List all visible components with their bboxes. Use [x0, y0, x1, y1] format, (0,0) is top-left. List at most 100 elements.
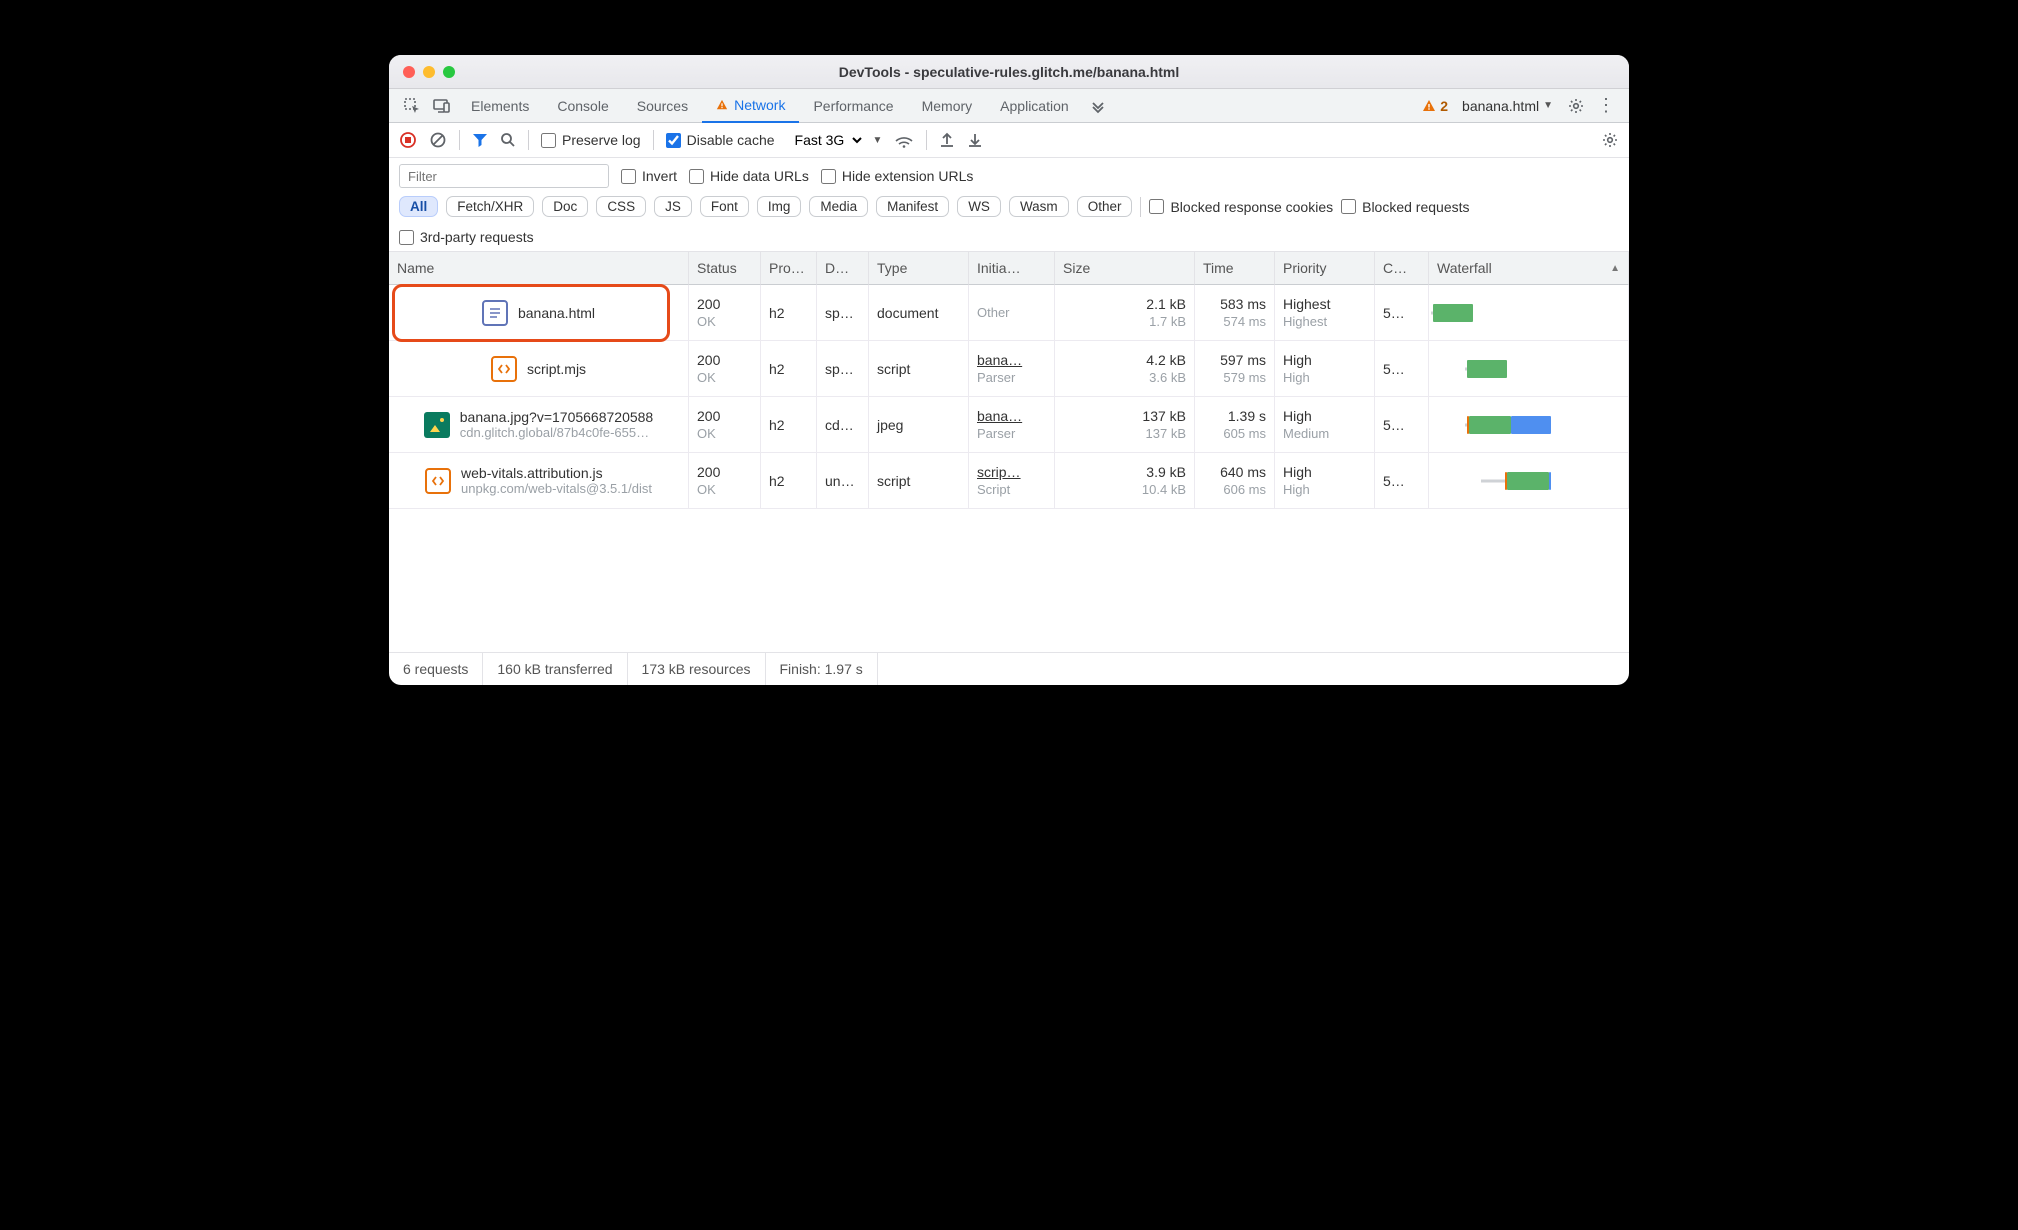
- status-cell[interactable]: 200OK: [689, 453, 761, 509]
- status-cell[interactable]: 200OK: [689, 285, 761, 341]
- request-name-cell[interactable]: script.mjs: [389, 341, 689, 397]
- type-cell[interactable]: jpeg: [869, 397, 969, 453]
- search-icon[interactable]: [500, 132, 516, 148]
- tab-performance[interactable]: Performance: [799, 89, 907, 122]
- priority-cell[interactable]: HighestHighest: [1275, 285, 1375, 341]
- time-cell[interactable]: 583 ms574 ms: [1195, 285, 1275, 341]
- image-icon: [424, 412, 450, 438]
- blocked-cookies-checkbox[interactable]: Blocked response cookies: [1149, 199, 1333, 215]
- priority-cell[interactable]: HighHigh: [1275, 453, 1375, 509]
- initiator-cell[interactable]: bana…Parser: [969, 397, 1055, 453]
- invert-checkbox[interactable]: Invert: [621, 168, 677, 184]
- settings-icon[interactable]: [1561, 89, 1591, 122]
- waterfall-cell[interactable]: [1429, 453, 1629, 509]
- type-cell[interactable]: document: [869, 285, 969, 341]
- protocol-cell[interactable]: h2: [761, 341, 817, 397]
- import-har-icon[interactable]: [967, 132, 983, 148]
- disable-cache-checkbox[interactable]: Disable cache: [666, 132, 775, 148]
- tab-memory[interactable]: Memory: [908, 89, 987, 122]
- hide-data-urls-checkbox[interactable]: Hide data URLs: [689, 168, 809, 184]
- size-cell[interactable]: 2.1 kB1.7 kB: [1055, 285, 1195, 341]
- tab-console[interactable]: Console: [543, 89, 622, 122]
- initiator-cell[interactable]: Other: [969, 285, 1055, 341]
- waterfall-cell[interactable]: [1429, 285, 1629, 341]
- domain-cell[interactable]: cd…: [817, 397, 869, 453]
- chip-doc[interactable]: Doc: [542, 196, 588, 217]
- chip-media[interactable]: Media: [809, 196, 868, 217]
- request-name-cell[interactable]: web-vitals.attribution.jsunpkg.com/web-v…: [389, 453, 689, 509]
- type-cell[interactable]: script: [869, 453, 969, 509]
- column-header[interactable]: Status: [689, 252, 761, 285]
- column-header[interactable]: C…: [1375, 252, 1429, 285]
- tab-elements[interactable]: Elements: [457, 89, 543, 122]
- hide-extension-urls-checkbox[interactable]: Hide extension URLs: [821, 168, 974, 184]
- connection-cell[interactable]: 5…: [1375, 341, 1429, 397]
- column-header[interactable]: Waterfall▲: [1429, 252, 1629, 285]
- more-tabs-icon[interactable]: [1083, 89, 1113, 122]
- record-button[interactable]: [399, 131, 417, 149]
- protocol-cell[interactable]: h2: [761, 453, 817, 509]
- priority-cell[interactable]: HighHigh: [1275, 341, 1375, 397]
- column-header[interactable]: Pro…: [761, 252, 817, 285]
- column-header[interactable]: D…: [817, 252, 869, 285]
- blocked-requests-checkbox[interactable]: Blocked requests: [1341, 199, 1469, 215]
- page-selector[interactable]: banana.html ▼: [1454, 89, 1561, 122]
- chip-other[interactable]: Other: [1077, 196, 1133, 217]
- chip-all[interactable]: All: [399, 196, 438, 217]
- third-party-checkbox[interactable]: 3rd-party requests: [399, 229, 534, 245]
- column-header[interactable]: Initia…: [969, 252, 1055, 285]
- request-name-cell[interactable]: banana.html: [389, 285, 689, 341]
- device-toolbar-icon[interactable]: [427, 89, 457, 122]
- preserve-log-checkbox[interactable]: Preserve log: [541, 132, 641, 148]
- chip-js[interactable]: JS: [654, 196, 692, 217]
- inspect-icon[interactable]: [397, 89, 427, 122]
- chip-font[interactable]: Font: [700, 196, 749, 217]
- column-header[interactable]: Time: [1195, 252, 1275, 285]
- clear-button[interactable]: [429, 131, 447, 149]
- size-cell[interactable]: 137 kB137 kB: [1055, 397, 1195, 453]
- chip-wasm[interactable]: Wasm: [1009, 196, 1069, 217]
- tab-application[interactable]: Application: [986, 89, 1083, 122]
- export-har-icon[interactable]: [939, 132, 955, 148]
- domain-cell[interactable]: un…: [817, 453, 869, 509]
- chip-fetch-xhr[interactable]: Fetch/XHR: [446, 196, 534, 217]
- tab-sources[interactable]: Sources: [623, 89, 702, 122]
- network-settings-icon[interactable]: [1601, 131, 1619, 149]
- issues-badge[interactable]: 2: [1416, 89, 1454, 122]
- status-cell[interactable]: 200OK: [689, 397, 761, 453]
- connection-cell[interactable]: 5…: [1375, 397, 1429, 453]
- chip-img[interactable]: Img: [757, 196, 802, 217]
- filter-input[interactable]: [399, 164, 609, 188]
- type-cell[interactable]: script: [869, 341, 969, 397]
- column-header[interactable]: Size: [1055, 252, 1195, 285]
- time-cell[interactable]: 1.39 s605 ms: [1195, 397, 1275, 453]
- column-header[interactable]: Name: [389, 252, 689, 285]
- chip-manifest[interactable]: Manifest: [876, 196, 949, 217]
- network-conditions-icon[interactable]: [894, 132, 914, 148]
- request-name-cell[interactable]: banana.jpg?v=1705668720588cdn.glitch.glo…: [389, 397, 689, 453]
- column-header[interactable]: Priority: [1275, 252, 1375, 285]
- connection-cell[interactable]: 5…: [1375, 453, 1429, 509]
- domain-cell[interactable]: sp…: [817, 341, 869, 397]
- initiator-cell[interactable]: scrip…Script: [969, 453, 1055, 509]
- initiator-cell[interactable]: bana…Parser: [969, 341, 1055, 397]
- status-cell[interactable]: 200OK: [689, 341, 761, 397]
- size-cell[interactable]: 3.9 kB10.4 kB: [1055, 453, 1195, 509]
- connection-cell[interactable]: 5…: [1375, 285, 1429, 341]
- tab-network[interactable]: Network: [702, 89, 799, 123]
- waterfall-cell[interactable]: [1429, 397, 1629, 453]
- waterfall-cell[interactable]: [1429, 341, 1629, 397]
- size-cell[interactable]: 4.2 kB3.6 kB: [1055, 341, 1195, 397]
- time-cell[interactable]: 640 ms606 ms: [1195, 453, 1275, 509]
- protocol-cell[interactable]: h2: [761, 285, 817, 341]
- chip-ws[interactable]: WS: [957, 196, 1001, 217]
- domain-cell[interactable]: sp…: [817, 285, 869, 341]
- priority-cell[interactable]: HighMedium: [1275, 397, 1375, 453]
- column-header[interactable]: Type: [869, 252, 969, 285]
- throttling-select[interactable]: Fast 3G: [787, 129, 865, 151]
- time-cell[interactable]: 597 ms579 ms: [1195, 341, 1275, 397]
- kebab-menu-icon[interactable]: ⋮: [1591, 89, 1621, 122]
- filter-toggle-icon[interactable]: [472, 132, 488, 148]
- chip-css[interactable]: CSS: [596, 196, 646, 217]
- protocol-cell[interactable]: h2: [761, 397, 817, 453]
